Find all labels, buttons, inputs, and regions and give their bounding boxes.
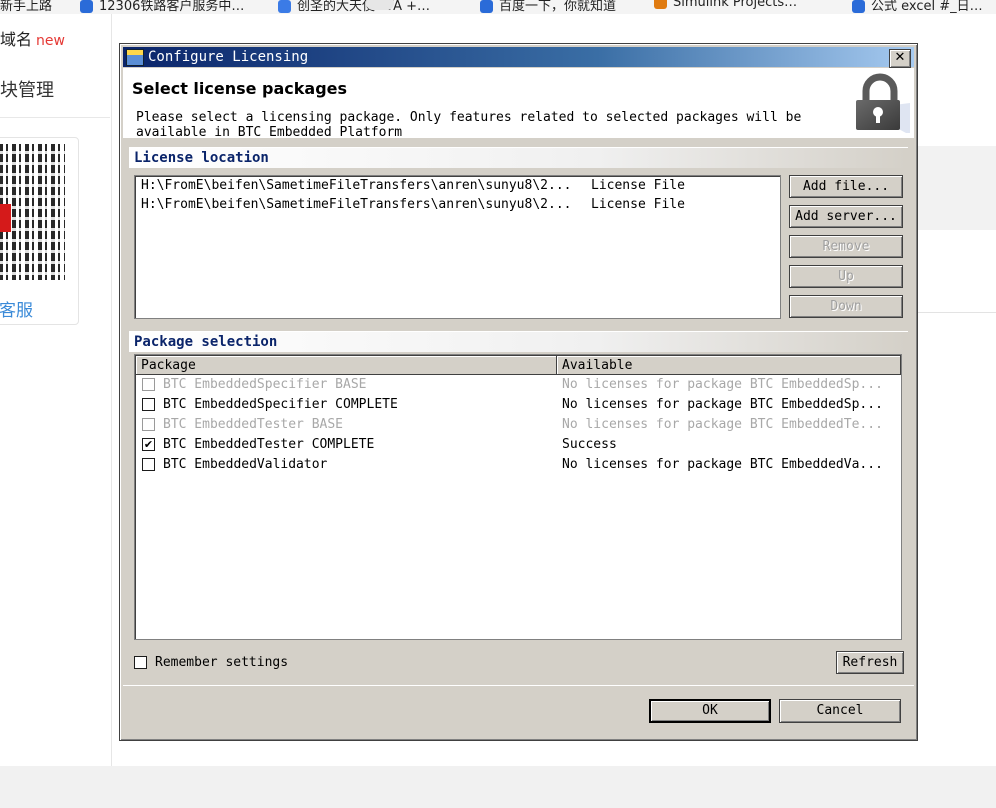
cancel-button[interactable]: Cancel: [779, 699, 901, 723]
package-name: BTC EmbeddedTester COMPLETE: [163, 437, 375, 452]
remember-settings-label: Remember settings: [155, 655, 289, 670]
bookmark-label: 百度一下，你就知道: [499, 0, 617, 14]
package-availability: No licenses for package BTC EmbeddedTe..…: [562, 417, 883, 432]
bilibili-icon: [278, 0, 291, 13]
background-footer: [0, 766, 996, 808]
package-row[interactable]: BTC EmbeddedValidator No licenses for pa…: [140, 456, 900, 476]
dialog-header: Select license packages Please select a …: [123, 68, 914, 140]
package-selection-group: Package selection Package Available BTC …: [129, 331, 908, 640]
column-available[interactable]: Available: [557, 356, 901, 375]
bookmark-2[interactable]: 12306铁路客户服务中…: [80, 0, 244, 14]
package-checkbox[interactable]: [142, 418, 155, 431]
refresh-button[interactable]: Refresh: [836, 651, 904, 674]
background-left-panel: 域名 new 块管理 客服: [0, 14, 112, 766]
license-type: License File: [591, 178, 685, 193]
license-path: H:\FromE\beifen\SametimeFileTransfers\an…: [141, 178, 572, 193]
add-file-button[interactable]: Add file...: [789, 175, 903, 198]
baidu-icon: [852, 0, 865, 13]
bookmark-separator: [366, 0, 394, 10]
bookmark-6[interactable]: 公式 excel #_日…: [852, 0, 983, 14]
background-right-band: [918, 146, 996, 230]
down-button[interactable]: Down: [789, 295, 903, 318]
package-row[interactable]: BTC EmbeddedSpecifier COMPLETE No licens…: [140, 396, 900, 416]
app-icon: [126, 49, 144, 66]
package-name: BTC EmbeddedValidator: [163, 457, 328, 472]
domain-label: 域名: [0, 30, 33, 49]
header-title: Select license packages: [132, 79, 348, 98]
package-checkbox[interactable]: [142, 458, 155, 471]
package-availability: No licenses for package BTC EmbeddedVa..…: [562, 457, 883, 472]
new-badge: new: [36, 33, 65, 49]
ok-button[interactable]: OK: [649, 699, 771, 723]
license-list[interactable]: H:\FromE\beifen\SametimeFileTransfers\an…: [134, 175, 781, 319]
header-description: Please select a licensing package. Only …: [136, 110, 802, 140]
package-table[interactable]: Package Available BTC EmbeddedSpecifier …: [134, 354, 902, 640]
package-availability: Success: [562, 437, 617, 452]
license-location-group: License location H:\FromE\beifen\Sametim…: [129, 147, 908, 324]
bookmark-label: 公式 excel #_日…: [871, 0, 983, 14]
bookmark-4[interactable]: 百度一下，你就知道: [480, 0, 616, 14]
package-name: BTC EmbeddedSpecifier COMPLETE: [163, 397, 398, 412]
up-button[interactable]: Up: [789, 265, 903, 288]
package-availability: No licenses for package BTC EmbeddedSp..…: [562, 397, 883, 412]
package-table-header: Package Available: [136, 356, 901, 375]
package-row[interactable]: BTC EmbeddedSpecifier BASE No licenses f…: [140, 376, 900, 396]
close-button[interactable]: ✕: [889, 49, 911, 68]
bookmark-label: Simulink Projects…: [673, 0, 798, 10]
bookmark-label: 12306铁路客户服务中…: [99, 0, 245, 14]
bookmark-label: 创圣的大天使OVA +…: [297, 0, 430, 14]
bookmark-3[interactable]: 创圣的大天使OVA +…: [278, 0, 430, 14]
package-name: BTC EmbeddedTester BASE: [163, 417, 344, 432]
baidu-icon: [80, 0, 93, 13]
checkmark-icon: ✔: [143, 438, 154, 451]
service-link[interactable]: 客服: [0, 296, 33, 321]
license-location-title: License location: [134, 150, 269, 166]
package-row[interactable]: BTC EmbeddedTester BASE No licenses for …: [140, 416, 900, 436]
license-row[interactable]: H:\FromE\beifen\SametimeFileTransfers\an…: [141, 197, 685, 216]
remove-button[interactable]: Remove: [789, 235, 903, 258]
license-row[interactable]: H:\FromE\beifen\SametimeFileTransfers\an…: [141, 178, 685, 197]
package-selection-title: Package selection: [134, 334, 278, 350]
package-checkbox-checked[interactable]: ✔: [142, 438, 155, 451]
package-selection-header: Package selection: [129, 331, 908, 352]
package-name: BTC EmbeddedSpecifier BASE: [163, 377, 367, 392]
package-checkbox[interactable]: [142, 378, 155, 391]
matlab-icon: [654, 0, 667, 9]
divider: [0, 117, 110, 118]
bookmark-5[interactable]: Simulink Projects…: [654, 0, 797, 10]
lock-icon: [856, 73, 910, 133]
license-type: License File: [591, 197, 685, 212]
bookmark-label: 新手上路: [0, 0, 53, 14]
footer-separator: [123, 685, 914, 686]
baidu-icon: [480, 0, 493, 13]
close-icon: ✕: [894, 50, 906, 65]
package-checkbox[interactable]: [142, 398, 155, 411]
license-location-header: License location: [129, 147, 908, 168]
column-package[interactable]: Package: [136, 356, 557, 375]
background-right-divider: [918, 312, 996, 313]
bookmark-1[interactable]: 新手上路: [0, 0, 52, 14]
dialog-title: Configure Licensing: [148, 49, 309, 65]
package-row[interactable]: ✔ BTC EmbeddedTester COMPLETE Success: [140, 436, 900, 456]
configure-licensing-dialog: Configure Licensing ✕ Select license pac…: [119, 43, 918, 741]
add-server-button[interactable]: Add server...: [789, 205, 903, 228]
license-path: H:\FromE\beifen\SametimeFileTransfers\an…: [141, 197, 572, 212]
manage-link[interactable]: 块管理: [0, 76, 54, 102]
title-bar[interactable]: Configure Licensing ✕: [123, 47, 914, 68]
qr-card: 客服: [0, 137, 79, 325]
qr-logo: [0, 204, 11, 232]
domain-link[interactable]: 域名 new: [0, 26, 65, 50]
package-availability: No licenses for package BTC EmbeddedSp..…: [562, 377, 883, 392]
bookmarks-bar: 新手上路 12306铁路客户服务中… 创圣的大天使OVA +… 百度一下，你就知…: [0, 0, 996, 14]
remember-settings-checkbox[interactable]: [134, 656, 147, 669]
